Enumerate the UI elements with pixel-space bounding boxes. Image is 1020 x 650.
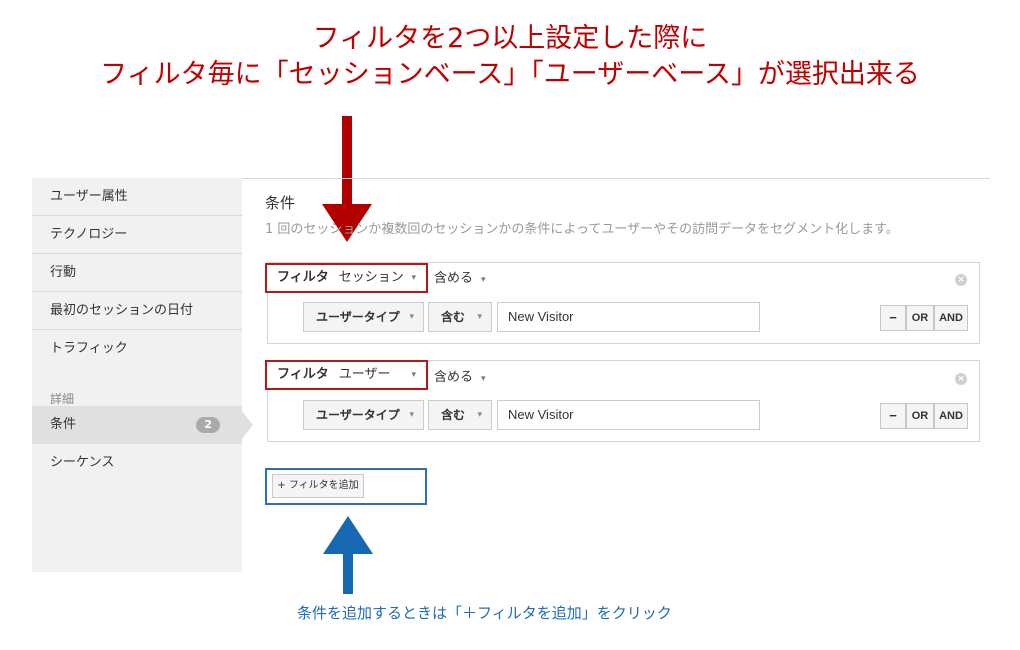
- chevron-down-icon: ▾: [481, 374, 486, 384]
- filter-label: フィルタ: [277, 367, 329, 382]
- remove-condition-button[interactable]: −: [880, 305, 906, 331]
- operator-label: 含む: [441, 408, 466, 422]
- sidebar-item-demographics[interactable]: ユーザー属性: [32, 178, 242, 216]
- sidebar-item-first-session-date[interactable]: 最初のセッションの日付: [32, 292, 242, 330]
- chevron-down-icon: ▾: [411, 370, 416, 380]
- chevron-down-icon: ▾: [411, 273, 416, 283]
- dimension-dropdown-1[interactable]: ユーザータイプ ▾: [303, 302, 424, 332]
- filter-scope-value: ユーザー: [338, 367, 391, 382]
- sidebar-item-sequences[interactable]: シーケンス: [32, 444, 242, 482]
- and-button[interactable]: AND: [934, 403, 968, 429]
- chevron-down-icon: ▾: [481, 275, 486, 285]
- sidebar-item-label: 条件: [50, 417, 77, 432]
- annotation-title-line1: フィルタを2つ以上設定した際に: [312, 23, 708, 54]
- divider: [242, 178, 990, 179]
- annotation-note: 条件を追加するときは「＋フィルタを追加」をクリック: [297, 604, 672, 622]
- operator-label: 含む: [441, 310, 466, 324]
- blue-arrow-icon: [343, 554, 353, 594]
- chevron-down-icon: ▾: [409, 410, 414, 420]
- and-button[interactable]: AND: [934, 305, 968, 331]
- dimension-dropdown-2[interactable]: ユーザータイプ ▾: [303, 400, 424, 430]
- sidebar-item-behavior[interactable]: 行動: [32, 254, 242, 292]
- annotation-title-line2: フィルタ毎に「セッションベース」「ユーザーベース」が選択出来る: [100, 59, 920, 90]
- operator-dropdown-1[interactable]: 含む ▾: [428, 302, 492, 332]
- remove-condition-button[interactable]: −: [880, 403, 906, 429]
- remove-filter-icon[interactable]: ×: [955, 373, 967, 385]
- add-filter-button[interactable]: + フィルタを追加: [272, 474, 364, 498]
- sidebar: ユーザー属性 テクノロジー 行動 最初のセッションの日付 トラフィック 詳細 シ…: [32, 178, 242, 572]
- operator-dropdown-2[interactable]: 含む ▾: [428, 400, 492, 430]
- dimension-label: ユーザータイプ: [316, 310, 400, 324]
- include-dropdown-2[interactable]: 含める ▾: [434, 370, 486, 387]
- red-arrow-icon: [342, 116, 352, 204]
- chevron-down-icon: ▾: [477, 312, 482, 322]
- or-button[interactable]: OR: [906, 403, 934, 429]
- value-input-1[interactable]: New Visitor: [497, 302, 760, 332]
- sidebar-item-traffic[interactable]: トラフィック: [32, 330, 242, 368]
- dimension-label: ユーザータイプ: [316, 408, 400, 422]
- chevron-down-icon: ▾: [409, 312, 414, 322]
- page-description: 1 回のセッションか複数回のセッションかの条件によってユーザーやその訪問データを…: [265, 222, 899, 237]
- include-label: 含める: [434, 271, 474, 286]
- or-button[interactable]: OR: [906, 305, 934, 331]
- active-pointer: [241, 410, 253, 440]
- chevron-down-icon: ▾: [477, 410, 482, 420]
- page-title: 条件: [265, 194, 296, 212]
- filter-label: フィルタ: [277, 270, 329, 285]
- remove-filter-icon[interactable]: ×: [955, 274, 967, 286]
- include-dropdown-1[interactable]: 含める ▾: [434, 271, 486, 288]
- sidebar-item-conditions[interactable]: 条件 2: [32, 406, 242, 444]
- sidebar-item-technology[interactable]: テクノロジー: [32, 216, 242, 254]
- include-label: 含める: [434, 370, 474, 385]
- value-input-2[interactable]: New Visitor: [497, 400, 760, 430]
- blue-arrow-head-icon: [323, 516, 373, 554]
- sidebar-section-advanced: 詳細: [50, 392, 75, 406]
- count-badge: 2: [196, 417, 220, 433]
- filter-scope-dropdown-1[interactable]: フィルタ セッション ▾: [265, 263, 428, 293]
- filter-scope-value: セッション: [338, 270, 404, 285]
- filter-scope-dropdown-2[interactable]: フィルタ ユーザー ▾: [265, 360, 428, 390]
